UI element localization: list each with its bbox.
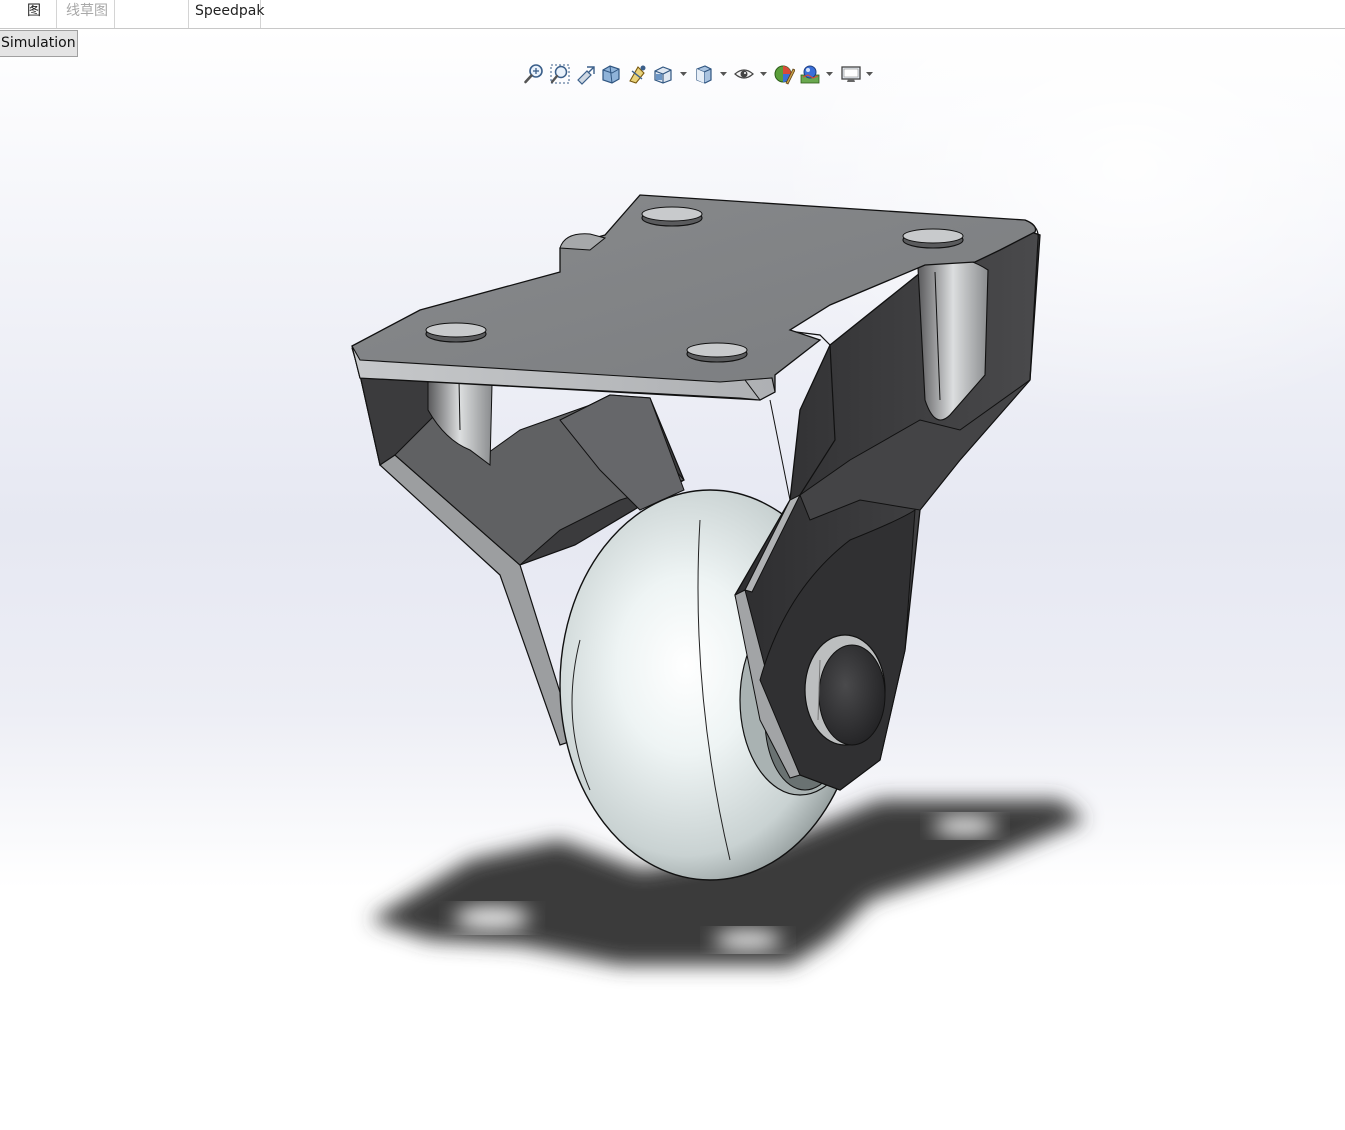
edit-appearance-icon[interactable] bbox=[773, 63, 795, 85]
view-settings-dropdown-icon[interactable] bbox=[866, 70, 873, 78]
tab-speedpak[interactable]: Speedpak bbox=[189, 0, 264, 28]
view-orientation-dropdown-icon[interactable] bbox=[680, 70, 687, 78]
hide-show-dropdown-icon[interactable] bbox=[760, 70, 767, 78]
graphics-viewport[interactable] bbox=[0, 29, 1345, 1130]
apply-scene-dropdown-icon[interactable] bbox=[826, 70, 833, 78]
tab-blank[interactable] bbox=[115, 0, 189, 28]
hide-show-items-icon[interactable] bbox=[733, 63, 755, 85]
zoom-to-fit-icon[interactable] bbox=[523, 63, 545, 85]
caster-wheel-model[interactable] bbox=[0, 29, 1345, 1130]
dynamic-annotation-view-icon[interactable] bbox=[626, 63, 648, 85]
view-settings-icon[interactable] bbox=[840, 63, 862, 85]
display-style-icon[interactable] bbox=[693, 63, 715, 85]
view-orientation-icon[interactable] bbox=[652, 63, 674, 85]
command-manager-tabs: 图 线草图 Speedpak bbox=[0, 0, 1345, 29]
tab-sketch[interactable]: 线草图 bbox=[57, 0, 115, 28]
tab-drawing[interactable]: 图 bbox=[0, 0, 57, 28]
previous-view-icon[interactable] bbox=[575, 63, 597, 85]
apply-scene-icon[interactable] bbox=[799, 63, 821, 85]
axle-cap bbox=[804, 634, 886, 746]
simulation-button[interactable]: Simulation bbox=[0, 30, 78, 57]
display-style-dropdown-icon[interactable] bbox=[720, 70, 727, 78]
zoom-to-area-icon[interactable] bbox=[549, 63, 571, 85]
section-view-icon[interactable] bbox=[600, 63, 622, 85]
